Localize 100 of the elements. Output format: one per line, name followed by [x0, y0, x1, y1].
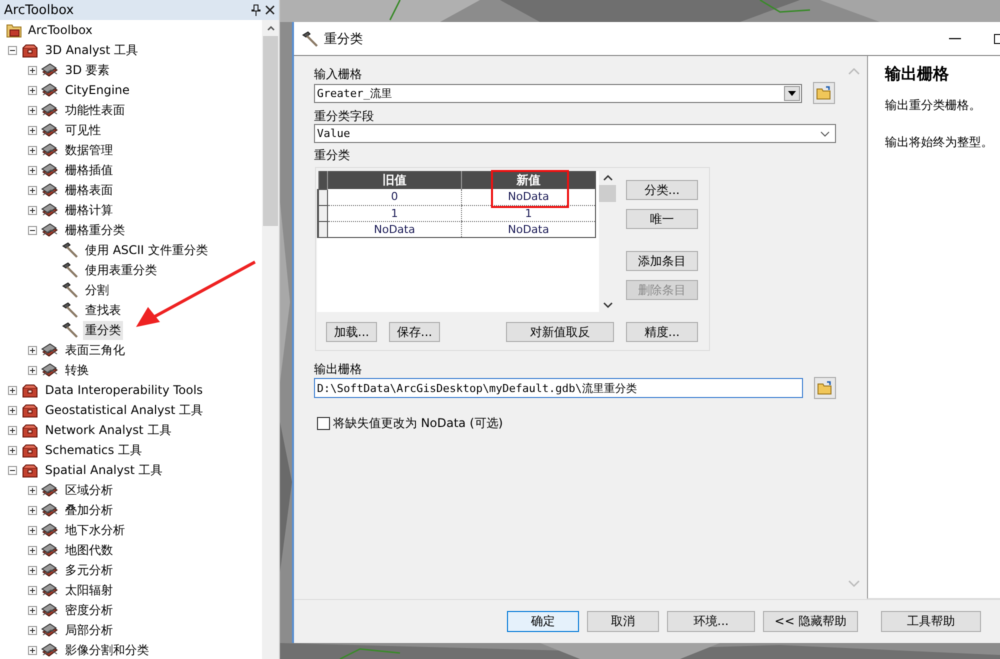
raster-dropdown[interactable]: Greater_流里 [314, 84, 802, 102]
expand-toggle[interactable] [8, 446, 17, 454]
expand-toggle[interactable] [28, 486, 37, 494]
collapse-toggle[interactable] [8, 466, 17, 474]
button[interactable]: 对新值取反 [506, 322, 614, 342]
tree-item[interactable]: CityEngine [63, 82, 132, 98]
tree-item[interactable]: 可见性 [63, 120, 103, 140]
expand-toggle[interactable] [28, 166, 37, 174]
button[interactable]: 分类... [626, 180, 698, 200]
expand-toggle[interactable] [28, 526, 37, 534]
tree-item[interactable]: 分割 [83, 280, 111, 300]
tree-item[interactable]: 使用 ASCII 文件重分类 [83, 240, 210, 260]
tree-item[interactable]: 多元分析 [63, 560, 115, 580]
tree-item[interactable]: Geostatistical Analyst 工具 [43, 400, 206, 420]
close-icon[interactable] [265, 5, 275, 15]
tree-item[interactable]: 重分类 [83, 320, 123, 340]
expand-toggle[interactable] [28, 106, 37, 114]
table-cell[interactable]: NoData [328, 221, 462, 237]
table-cell[interactable]: NoData [462, 221, 596, 237]
button[interactable]: 确定 [507, 611, 579, 632]
expand-toggle[interactable] [28, 586, 37, 594]
checkbox-label[interactable]: 将缺失值更改为 NoData (可选) [333, 415, 503, 432]
collapse-toggle[interactable] [8, 46, 17, 54]
tree-item[interactable]: 功能性表面 [63, 100, 127, 120]
tree-item[interactable]: 影像分割和分类 [63, 640, 151, 659]
output-path-field[interactable]: D:\SoftData\ArcGisDesktop\myDefault.gdb\流里重分类 [314, 378, 803, 398]
toolset-icon [41, 642, 59, 658]
tree-item[interactable]: 栅格表面 [63, 180, 115, 200]
browse-folder-button[interactable] [814, 377, 836, 399]
button[interactable]: 精度... [626, 322, 698, 342]
checkbox[interactable] [317, 417, 330, 430]
tree-item[interactable]: 3D Analyst 工具 [43, 40, 140, 60]
expand-toggle[interactable] [28, 86, 37, 94]
row-header[interactable] [318, 205, 328, 221]
expand-toggle[interactable] [28, 506, 37, 514]
minimize-icon[interactable] [949, 38, 961, 40]
expand-toggle[interactable] [28, 186, 37, 194]
button[interactable]: 加载... [326, 322, 377, 342]
row-header[interactable] [318, 221, 328, 237]
button[interactable]: 环境... [667, 611, 755, 632]
tree-item[interactable]: 栅格重分类 [63, 220, 127, 240]
pin-icon[interactable] [251, 4, 261, 16]
toolset-icon [41, 102, 59, 118]
field-label: 重分类 [314, 147, 351, 163]
field-dropdown[interactable]: Value [314, 124, 836, 143]
expand-toggle[interactable] [28, 346, 37, 354]
tree-item[interactable]: 局部分析 [63, 620, 115, 640]
tree-item[interactable]: ArcToolbox [26, 22, 94, 38]
row-header[interactable] [318, 189, 328, 205]
button[interactable]: 唯一 [626, 209, 698, 229]
tree-item[interactable]: 数据管理 [63, 140, 115, 160]
tree-item[interactable]: 区域分析 [63, 480, 115, 500]
tree-item[interactable]: Network Analyst 工具 [43, 420, 174, 440]
scrollbar-thumb[interactable] [263, 36, 278, 226]
expand-toggle[interactable] [28, 146, 37, 154]
tree-item[interactable]: 叠加分析 [63, 500, 115, 520]
expand-toggle[interactable] [28, 206, 37, 214]
hammer-icon [61, 262, 79, 278]
expand-toggle[interactable] [28, 546, 37, 554]
tree-item[interactable]: 太阳辐射 [63, 580, 115, 600]
button[interactable]: 添加条目 [626, 251, 698, 271]
scrollbar-thumb[interactable] [599, 185, 616, 202]
button[interactable]: 取消 [587, 611, 659, 632]
expand-toggle[interactable] [8, 386, 17, 394]
expand-toggle[interactable] [28, 606, 37, 614]
tree-item[interactable]: 地图代数 [63, 540, 115, 560]
table-cell[interactable]: 1 [462, 205, 596, 221]
collapse-toggle[interactable] [28, 226, 37, 234]
expand-toggle[interactable] [28, 366, 37, 374]
expand-toggle[interactable] [28, 566, 37, 574]
expand-toggle[interactable] [28, 66, 37, 74]
tree-item[interactable]: 栅格计算 [63, 200, 115, 220]
tree-item[interactable]: Spatial Analyst 工具 [43, 460, 165, 480]
expand-toggle[interactable] [28, 646, 37, 654]
toolbox-icon [21, 42, 39, 58]
tree-item[interactable]: 3D 要素 [63, 60, 112, 80]
expand-toggle[interactable] [28, 126, 37, 134]
table-cell[interactable]: NoData [462, 189, 596, 205]
tree-item[interactable]: 查找表 [83, 300, 123, 320]
table-cell[interactable]: 1 [328, 205, 462, 221]
button[interactable]: << 隐藏帮助 [763, 611, 858, 632]
tree-item[interactable]: 转换 [63, 360, 91, 380]
expand-toggle[interactable] [8, 426, 17, 434]
toolset-icon [41, 202, 59, 218]
button[interactable]: 保存... [389, 322, 440, 342]
tree-item[interactable]: 地下水分析 [63, 520, 127, 540]
browse-folder-button[interactable] [813, 82, 835, 104]
help-heading: 输出栅格 [885, 64, 950, 85]
tree-item[interactable]: Data Interoperability Tools [43, 382, 205, 398]
tree-item[interactable]: 密度分析 [63, 600, 115, 620]
button[interactable]: 工具帮助 [881, 611, 981, 632]
chevron-down-icon [820, 130, 830, 136]
toolset-icon [41, 142, 59, 158]
tree-item[interactable]: 表面三角化 [63, 340, 127, 360]
tree-item[interactable]: Schematics 工具 [43, 440, 144, 460]
table-cell[interactable]: 0 [328, 189, 462, 205]
expand-toggle[interactable] [8, 406, 17, 414]
tree-item[interactable]: 使用表重分类 [83, 260, 159, 280]
tree-item[interactable]: 栅格插值 [63, 160, 115, 180]
expand-toggle[interactable] [28, 626, 37, 634]
